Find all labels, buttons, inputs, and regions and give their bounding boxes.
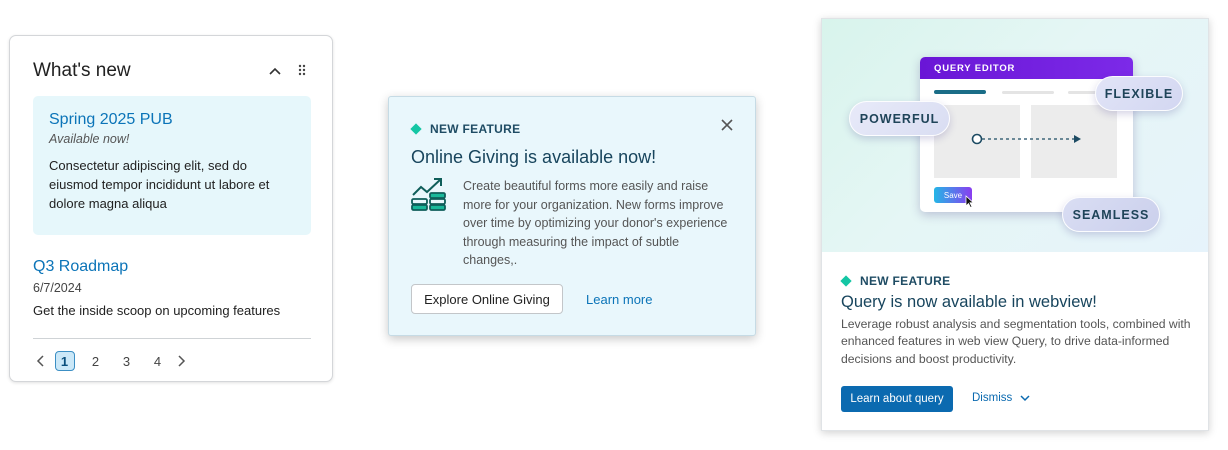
next-page-button[interactable] xyxy=(173,350,189,372)
tab-indicator xyxy=(934,90,986,94)
announcement-body: Create beautiful forms more easily and r… xyxy=(463,179,728,267)
explore-online-giving-button[interactable]: Explore Online Giving xyxy=(411,284,563,314)
close-icon[interactable] xyxy=(720,118,734,132)
seamless-pill: SEAMLESS xyxy=(1062,197,1160,232)
whats-new-item-date: 6/7/2024 xyxy=(33,281,82,295)
announcement-title: Query is now available in webview! xyxy=(841,293,1097,311)
dismiss-dropdown[interactable]: Dismiss xyxy=(972,392,1030,404)
query-announcement-card: QUERY EDITOR Save POWERFUL FLEXIBLE SEAM… xyxy=(821,18,1209,431)
whats-new-item: Q3 Roadmap 6/7/2024 Get the inside scoop… xyxy=(33,258,311,320)
powerful-pill: POWERFUL xyxy=(849,101,950,136)
announcement-body: Leverage robust analysis and segmentatio… xyxy=(841,317,1191,366)
diamond-icon xyxy=(410,123,422,135)
cursor-icon xyxy=(965,195,975,208)
whats-new-card: What's new Spring 2025 PUB Available now… xyxy=(9,35,333,382)
chevron-right-icon xyxy=(178,355,186,367)
whats-new-item-title-link[interactable]: Q3 Roadmap xyxy=(33,258,311,276)
page-button-2[interactable]: 2 xyxy=(86,351,106,371)
chevron-up-icon[interactable] xyxy=(266,62,284,80)
diamond-icon xyxy=(840,275,852,287)
whats-new-item-subtitle: Available now! xyxy=(49,132,130,146)
new-feature-tag: NEW FEATURE xyxy=(410,122,521,136)
chevron-down-icon xyxy=(1020,395,1030,402)
money-growth-icon xyxy=(411,178,446,211)
online-giving-announcement: NEW FEATURE Online Giving is available n… xyxy=(388,96,756,336)
drag-handle-icon[interactable] xyxy=(296,63,308,79)
whats-new-item-highlighted: Spring 2025 PUB Available now! Consectet… xyxy=(33,96,311,235)
whats-new-item-title-link[interactable]: Spring 2025 PUB xyxy=(49,111,295,129)
whats-new-item-body: Consectetur adipiscing elit, sed do eius… xyxy=(49,158,270,211)
page-button-1[interactable]: 1 xyxy=(54,351,75,371)
page-button-4[interactable]: 4 xyxy=(148,351,168,371)
learn-about-query-button[interactable]: Learn about query xyxy=(841,386,953,412)
new-feature-label: NEW FEATURE xyxy=(430,122,521,136)
dashed-arrow-icon xyxy=(971,133,1081,145)
pagination: 1 2 3 4 xyxy=(33,350,189,372)
announcement-title: Online Giving is available now! xyxy=(411,147,657,167)
hero-illustration: QUERY EDITOR Save POWERFUL FLEXIBLE SEAM… xyxy=(822,19,1208,252)
whats-new-title: What's new xyxy=(33,60,131,81)
learn-more-link[interactable]: Learn more xyxy=(586,292,652,307)
prev-page-button[interactable] xyxy=(33,350,49,372)
new-feature-label: NEW FEATURE xyxy=(860,274,951,288)
dismiss-label: Dismiss xyxy=(972,392,1013,404)
tab-placeholder xyxy=(1002,91,1054,94)
whats-new-item-body: Get the inside scoop on upcoming feature… xyxy=(33,303,281,318)
page-button-3[interactable]: 3 xyxy=(117,351,137,371)
query-editor-header: QUERY EDITOR xyxy=(920,57,1133,79)
divider xyxy=(33,338,311,339)
flexible-pill: FLEXIBLE xyxy=(1095,76,1183,111)
new-feature-tag: NEW FEATURE xyxy=(840,274,951,288)
chevron-left-icon xyxy=(36,355,44,367)
